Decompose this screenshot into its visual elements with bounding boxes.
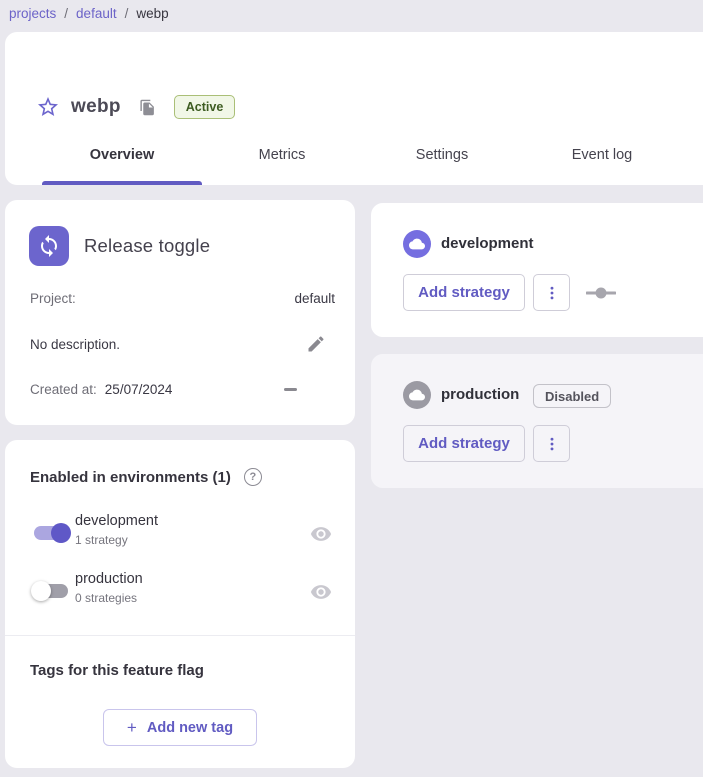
toggle-thumb (51, 523, 71, 543)
environments-panel-card: Enabled in environments (1) ? developmen… (5, 440, 355, 768)
tab-event-log[interactable]: Event log (522, 125, 682, 185)
production-cloud-icon (403, 381, 431, 409)
development-environment-card: development Add strategy (371, 203, 703, 337)
environment-name: production (441, 386, 519, 403)
env-toggle-row-development: development 1 strategy (5, 512, 355, 560)
development-cloud-icon (403, 230, 431, 258)
description-row: No description. (30, 333, 335, 355)
env-toggle-row-production: production 0 strategies (5, 570, 355, 618)
tab-settings[interactable]: Settings (362, 125, 522, 185)
add-strategy-button[interactable]: Add strategy (403, 274, 525, 311)
disabled-chip: Disabled (533, 384, 611, 408)
feature-details-card: Release toggle Project: default No descr… (5, 200, 355, 425)
tab-metrics[interactable]: Metrics (202, 125, 362, 185)
help-icon[interactable]: ? (244, 468, 262, 486)
breadcrumb: projects / default / webp (9, 1, 169, 25)
edit-description-icon[interactable] (305, 333, 327, 355)
tags-section-title: Tags for this feature flag (30, 662, 204, 679)
env-name-label: development (75, 513, 158, 529)
add-strategy-button[interactable]: Add strategy (403, 425, 525, 462)
created-value: 25/07/2024 (105, 382, 173, 397)
production-toggle-switch[interactable] (31, 579, 71, 603)
copy-name-icon[interactable] (138, 97, 158, 117)
env-name-label: production (75, 571, 143, 587)
toggle-thumb (31, 581, 51, 601)
breadcrumb-current: webp (136, 6, 168, 21)
more-options-kebab-button[interactable] (533, 274, 570, 311)
breadcrumb-default-link[interactable]: default (76, 6, 117, 21)
feature-title-row: webp Active (35, 84, 235, 130)
tab-bar: Overview Metrics Settings Event log (42, 125, 682, 185)
commit-icon (585, 282, 617, 304)
project-label: Project: (30, 291, 76, 306)
environments-panel-header: Enabled in environments (1) ? (30, 468, 262, 486)
status-badge: Active (174, 95, 236, 119)
add-new-tag-label: Add new tag (147, 720, 233, 736)
more-options-kebab-button[interactable] (533, 425, 570, 462)
feature-type-title: Release toggle (84, 226, 210, 266)
environments-panel-title: Enabled in environments (1) (30, 469, 231, 486)
breadcrumb-projects-link[interactable]: projects (9, 6, 56, 21)
breadcrumb-separator: / (64, 6, 68, 21)
production-environment-card: production Disabled Add strategy (371, 354, 703, 488)
collapse-minus-icon[interactable] (284, 388, 297, 391)
page-title: webp (71, 96, 121, 118)
development-toggle-switch[interactable] (31, 521, 71, 545)
feature-header-card: webp Active Overview Metrics Settings Ev… (5, 32, 703, 185)
add-new-tag-button[interactable]: + Add new tag (103, 709, 257, 746)
breadcrumb-separator: / (125, 6, 129, 21)
tab-overview[interactable]: Overview (42, 125, 202, 185)
plus-icon: + (127, 718, 137, 738)
env-strategy-count: 0 strategies (75, 591, 137, 605)
environment-name: development (441, 235, 534, 252)
project-row: Project: default (30, 291, 335, 306)
description-text: No description. (30, 337, 120, 352)
project-value: default (294, 291, 335, 306)
feature-flag-overview-page: projects / default / webp webp Active Ov… (0, 0, 703, 777)
created-label: Created at: (30, 382, 97, 397)
eye-icon[interactable] (309, 580, 333, 604)
release-toggle-type-icon (29, 226, 69, 266)
env-strategy-count: 1 strategy (75, 533, 128, 547)
eye-icon[interactable] (309, 522, 333, 546)
favorite-star-icon[interactable] (35, 94, 61, 120)
created-row: Created at: 25/07/2024 (30, 382, 335, 397)
panel-divider (5, 635, 355, 636)
